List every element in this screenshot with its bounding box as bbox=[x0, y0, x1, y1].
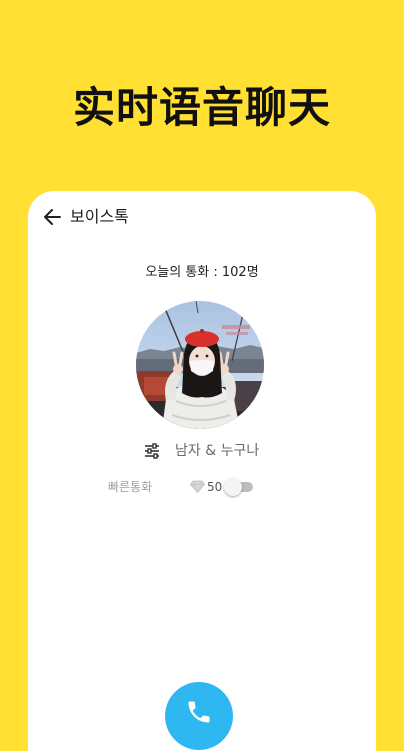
filter-row: 남자 & 누구나 bbox=[28, 439, 376, 463]
diamond-icon bbox=[190, 480, 205, 493]
screen-title: 보이스톡 bbox=[70, 207, 129, 226]
sliders-icon[interactable] bbox=[143, 442, 161, 460]
phone-icon bbox=[188, 701, 210, 723]
profile-avatar[interactable] bbox=[136, 301, 264, 429]
back-button[interactable] bbox=[41, 205, 63, 229]
today-call-count: 오늘의 통화 : 102명 bbox=[145, 265, 259, 280]
toggle-knob bbox=[224, 478, 242, 496]
quick-call-toggle[interactable] bbox=[224, 478, 254, 496]
promo-title: 实时语音聊天 bbox=[72, 83, 331, 132]
quick-call-cost: 50 bbox=[207, 480, 223, 494]
app-screen: 보이스톡 오늘의 통화 : 102명 남자 & 누구나 빠른통화 50 bbox=[28, 191, 376, 751]
arrow-left-icon bbox=[44, 209, 61, 225]
profile-photo bbox=[136, 301, 264, 429]
filter-label[interactable]: 남자 & 누구나 bbox=[175, 441, 259, 461]
top-bar: 보이스톡 bbox=[28, 205, 376, 229]
quick-call-row: 빠른통화 50 bbox=[28, 476, 376, 498]
start-call-button[interactable] bbox=[165, 682, 233, 750]
quick-call-label: 빠른통화 bbox=[108, 480, 153, 494]
